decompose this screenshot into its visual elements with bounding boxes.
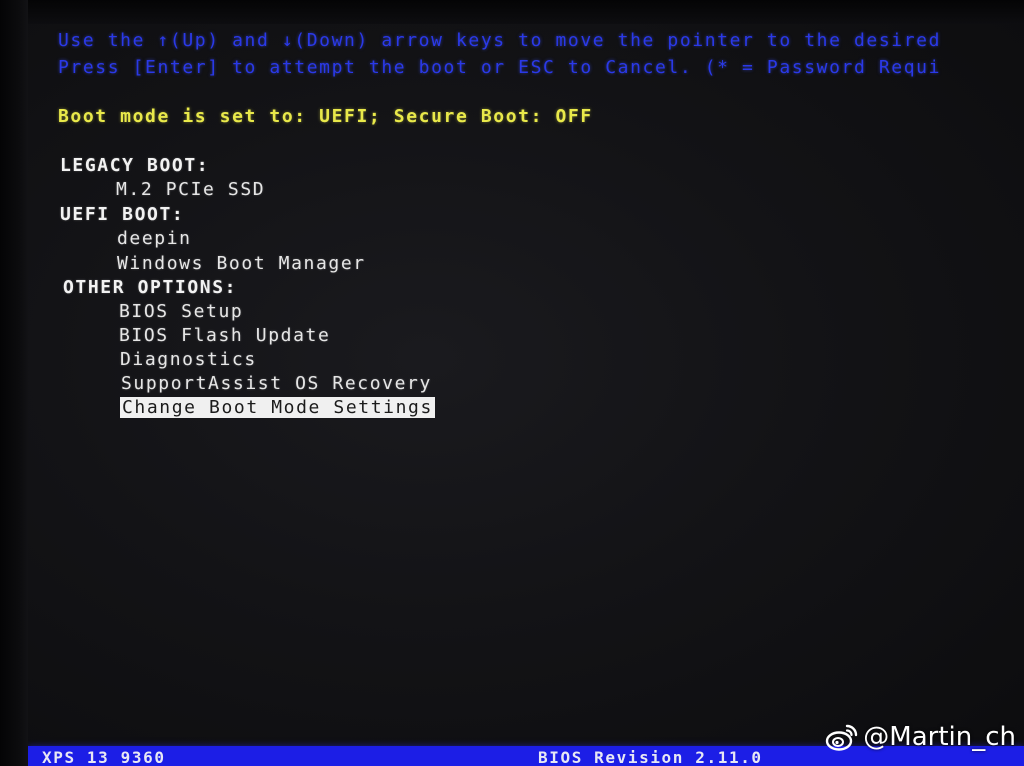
monitor-bezel-left (0, 0, 28, 766)
option-change-boot-mode-settings-selected[interactable]: Change Boot Mode Settings (120, 397, 435, 418)
boot-option-deepin[interactable]: deepin (117, 228, 192, 249)
other-options-heading: OTHER OPTIONS: (63, 277, 238, 298)
weibo-icon (825, 722, 859, 752)
boot-option-m2-pcie-ssd[interactable]: M.2 PCIe SSD (116, 179, 265, 200)
photo-frame: Use the ↑(Up) and ↓(Down) arrow keys to … (0, 0, 1024, 766)
boot-option-windows-boot-manager[interactable]: Windows Boot Manager (117, 253, 366, 274)
option-bios-flash-update[interactable]: BIOS Flash Update (119, 325, 330, 346)
option-diagnostics[interactable]: Diagnostics (120, 349, 257, 370)
footer-model: XPS 13 9360 (42, 748, 166, 766)
option-bios-setup[interactable]: BIOS Setup (119, 301, 243, 322)
uefi-boot-heading: UEFI BOOT: (60, 204, 185, 225)
footer-bios-revision: BIOS Revision 2.11.0 (538, 748, 763, 766)
instruction-line-2: Press [Enter] to attempt the boot or ESC… (58, 57, 942, 78)
option-supportassist-os-recovery[interactable]: SupportAssist OS Recovery (121, 373, 432, 394)
bios-boot-menu-screen: Use the ↑(Up) and ↓(Down) arrow keys to … (28, 24, 1024, 766)
instruction-line-1: Use the ↑(Up) and ↓(Down) arrow keys to … (58, 30, 942, 51)
boot-mode-status: Boot mode is set to: UEFI; Secure Boot: … (58, 106, 593, 127)
legacy-boot-heading: LEGACY BOOT: (60, 155, 210, 176)
monitor-bezel-top (0, 0, 1024, 24)
watermark: @Martin_ch (825, 722, 1016, 752)
watermark-handle: @Martin_ch (863, 722, 1016, 752)
